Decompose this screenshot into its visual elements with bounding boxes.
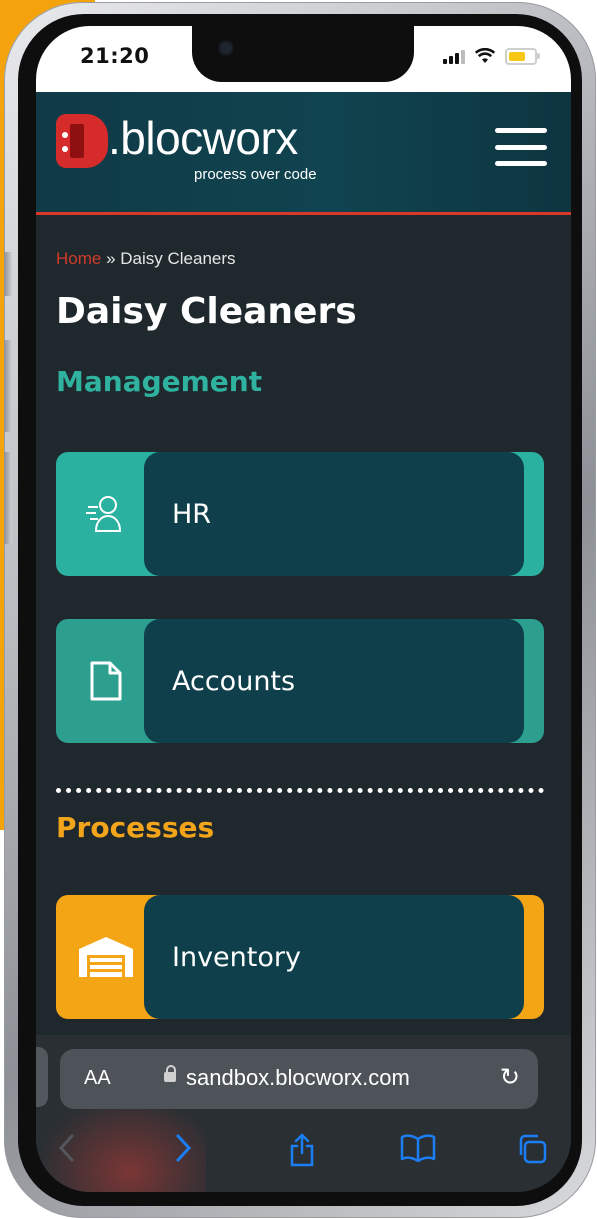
blocworx-logo-mark[interactable] [56,114,108,168]
browser-chrome: AA sandbox.blocworx.com ↻ [36,1035,571,1192]
section-title-processes: Processes [56,811,215,844]
address-bar[interactable]: AA sandbox.blocworx.com ↻ [60,1049,538,1109]
tile-arrow [514,945,524,969]
cellular-signal-icon [443,49,465,64]
back-chevron-icon[interactable] [56,1133,78,1171]
phone-volume-down [4,452,12,544]
status-bar: 21:20 [36,26,571,92]
tile-hr-label: HR [172,498,212,530]
phone-mute-switch [4,252,12,296]
breadcrumb: Home » Daisy Cleaners [56,249,236,269]
tile-accounts[interactable]: Accounts [56,619,544,743]
page-title: Daisy Cleaners [56,291,357,332]
status-time: 21:20 [80,44,150,68]
document-icon [56,619,156,743]
bookmarks-icon[interactable] [400,1133,436,1171]
forward-chevron-icon[interactable] [172,1133,194,1171]
front-camera [220,42,232,54]
text-size-button[interactable]: AA [84,1067,111,1090]
tile-arrow [514,502,524,526]
hamburger-menu-icon[interactable] [495,128,547,166]
battery-icon [505,48,540,65]
tile-inventory-label: Inventory [172,941,301,973]
tile-inventory[interactable]: Inventory [56,895,544,1019]
browser-toolbar [36,1133,571,1183]
section-divider [56,788,544,793]
breadcrumb-separator: » [101,249,121,268]
wifi-icon [474,47,496,65]
main-content: Home » Daisy Cleaners Daisy Cleaners Man… [36,215,571,1035]
share-icon[interactable] [288,1133,316,1175]
logo-text[interactable]: .blocworx [108,112,298,164]
person-profile-icon [56,452,156,576]
tile-accounts-body: Accounts [144,619,524,743]
site-header: .blocworx process over code [36,92,571,215]
previous-tab-peek[interactable] [36,1047,48,1107]
tabs-icon[interactable] [516,1133,548,1173]
breadcrumb-current: Daisy Cleaners [120,249,236,268]
warehouse-icon [56,895,156,1019]
url-text[interactable]: sandbox.blocworx.com [186,1065,410,1091]
phone-screen: 21:20 .blocworx process over code Home »… [36,26,571,1192]
reload-icon[interactable]: ↻ [500,1063,520,1091]
tile-hr-body: HR [144,452,524,576]
tile-inventory-body: Inventory [144,895,524,1019]
status-icons [443,47,540,65]
section-title-management: Management [56,365,263,398]
tile-hr[interactable]: HR [56,452,544,576]
notch [192,26,414,82]
breadcrumb-home-link[interactable]: Home [56,249,101,268]
phone-volume-up [4,340,12,432]
tile-accounts-label: Accounts [172,665,296,697]
lock-icon [164,1065,176,1082]
tile-arrow [514,669,524,693]
logo-tagline: process over code [194,166,317,183]
